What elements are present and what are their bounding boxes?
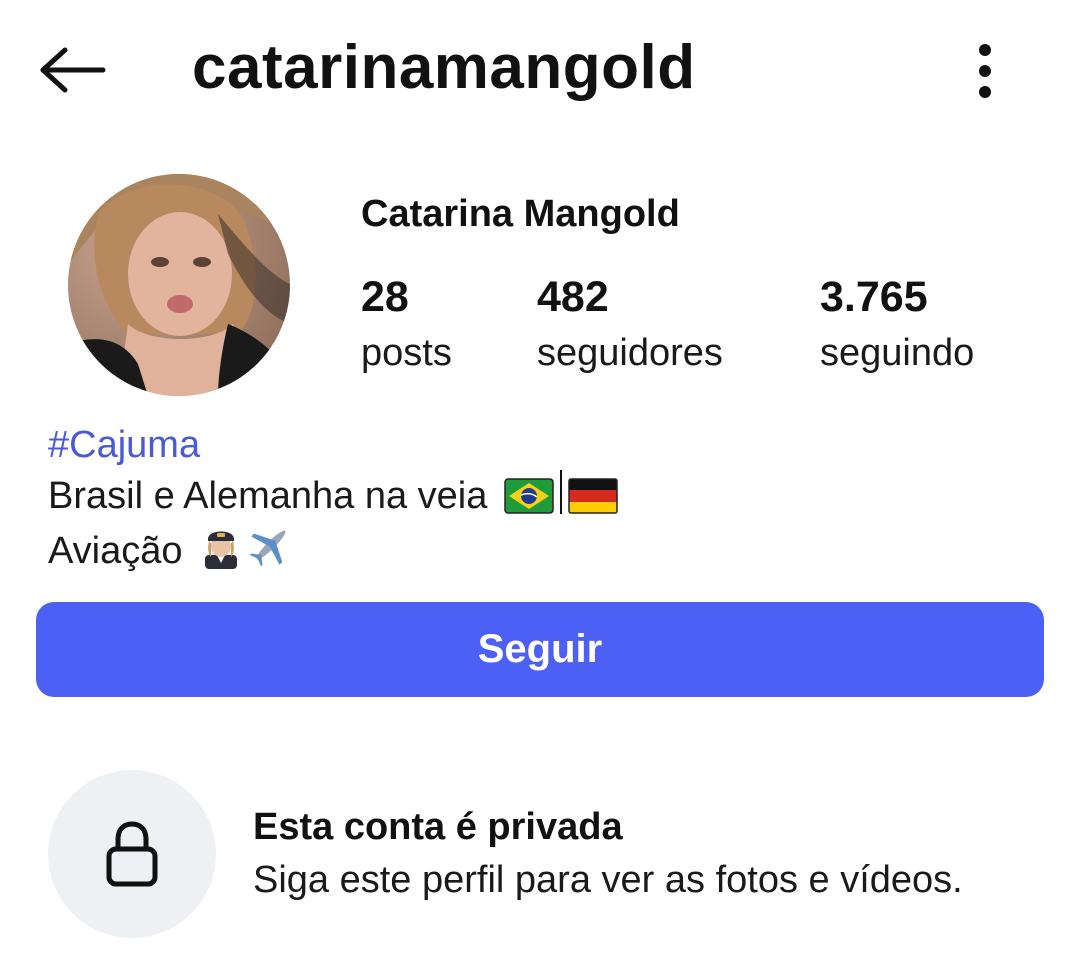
stat-posts-label: posts bbox=[361, 332, 452, 374]
profile-username: catarinamangold bbox=[192, 33, 696, 102]
stat-following-label: seguindo bbox=[820, 332, 975, 374]
more-vertical-icon bbox=[979, 44, 991, 98]
brazil-flag-icon bbox=[504, 478, 554, 514]
bio-line-2-text: Aviação bbox=[48, 530, 183, 572]
bio-line-1: Brasil e Alemanha na veia bbox=[48, 470, 618, 521]
top-app-bar: catarinamangold bbox=[0, 0, 1074, 145]
private-account-subtitle: Siga este perfil para ver as fotos e víd… bbox=[253, 859, 963, 901]
back-button[interactable] bbox=[32, 38, 112, 102]
bio-line-2: Aviação bbox=[48, 521, 618, 576]
germany-flag-icon bbox=[568, 478, 618, 514]
stat-followers[interactable]: 482 seguidores bbox=[537, 272, 723, 378]
private-lock-badge bbox=[48, 770, 216, 938]
follow-button[interactable]: Seguir bbox=[36, 602, 1044, 697]
profile-avatar[interactable] bbox=[68, 174, 290, 396]
stat-posts: 28 posts bbox=[361, 272, 452, 378]
stat-following-count: 3.765 bbox=[820, 273, 928, 321]
stat-following[interactable]: 3.765 seguindo bbox=[820, 272, 974, 378]
profile-display-name: Catarina Mangold bbox=[361, 193, 680, 235]
airplane-emoji-icon bbox=[249, 530, 286, 567]
stat-followers-label: seguidores bbox=[537, 332, 723, 374]
separator-bar-icon bbox=[559, 470, 562, 514]
bio-hashtag-link[interactable]: #Cajuma bbox=[48, 421, 618, 470]
bio-line-1-text: Brasil e Alemanha na veia bbox=[48, 475, 488, 517]
stat-followers-count: 482 bbox=[537, 273, 609, 321]
avatar-photo bbox=[68, 174, 290, 396]
pilot-emoji-icon bbox=[205, 531, 238, 569]
lock-icon bbox=[106, 821, 158, 887]
arrow-left-icon bbox=[40, 47, 106, 93]
private-account-title: Esta conta é privada bbox=[253, 806, 623, 848]
profile-bio: #Cajuma Brasil e Alemanha na veia Aviaçã… bbox=[48, 421, 618, 576]
stat-posts-count: 28 bbox=[361, 273, 409, 321]
more-options-button[interactable] bbox=[958, 38, 1012, 102]
